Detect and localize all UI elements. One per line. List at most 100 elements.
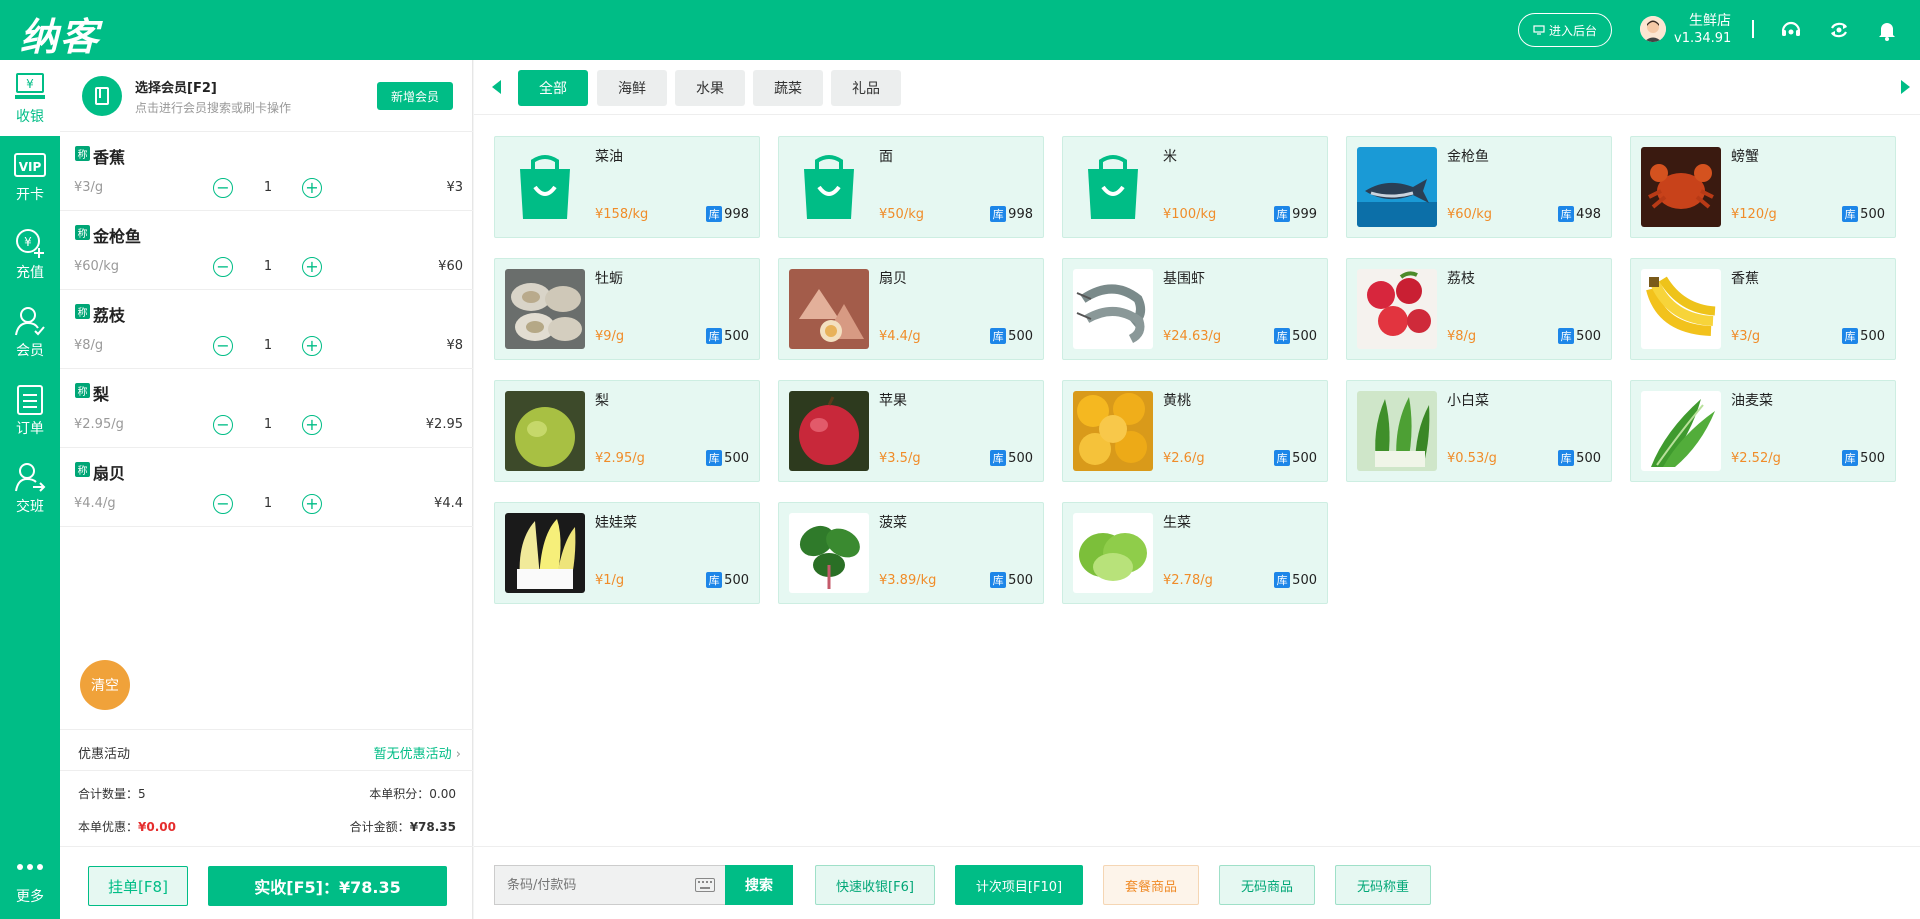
count-items-button[interactable]: 计次项目[F10]: [955, 865, 1083, 905]
keyboard-icon[interactable]: [695, 878, 715, 892]
stock-count: 999: [1292, 206, 1317, 222]
pay-button[interactable]: 实收[F5]：¥78.35: [208, 866, 447, 906]
product-stock: 库 500: [1842, 450, 1885, 466]
nav-orders-label: 订单: [16, 421, 44, 437]
nav-more[interactable]: 更多: [0, 840, 60, 916]
store-name: 生鲜店: [1689, 13, 1731, 29]
cart-item-name: 荔枝: [93, 306, 126, 325]
increase-qty-button[interactable]: +: [302, 336, 322, 356]
cart-item[interactable]: 称梨 ¥2.95/g − 1 + ¥2.95: [60, 369, 473, 448]
product-card[interactable]: 基围虾 ¥24.63/g 库 500: [1062, 258, 1328, 360]
cart-item[interactable]: 称香蕉 ¥3/g − 1 + ¥3: [60, 132, 473, 211]
product-image: [505, 147, 585, 227]
product-name: 菜油: [595, 149, 623, 165]
product-card[interactable]: 苹果 ¥3.5/g 库 500: [778, 380, 1044, 482]
tabs-scroll-right-icon[interactable]: [1901, 80, 1910, 94]
increase-qty-button[interactable]: +: [302, 494, 322, 514]
product-card[interactable]: 金枪鱼 ¥60/kg 库 498: [1346, 136, 1612, 238]
increase-qty-button[interactable]: +: [302, 257, 322, 277]
summary-row-1: 合计数量：5 本单积分：0.00: [78, 785, 456, 802]
cart-item[interactable]: 称扇贝 ¥4.4/g − 1 + ¥4.4: [60, 448, 473, 527]
decrease-qty-button[interactable]: −: [213, 415, 233, 435]
combo-products-button[interactable]: 套餐商品: [1103, 865, 1199, 905]
product-stock: 库 998: [706, 206, 749, 222]
product-card[interactable]: 梨 ¥2.95/g 库 500: [494, 380, 760, 482]
product-stock: 库 500: [990, 328, 1033, 344]
product-card[interactable]: 油麦菜 ¥2.52/g 库 500: [1630, 380, 1896, 482]
product-price: ¥2.95/g: [595, 451, 645, 466]
tab-seafood[interactable]: 海鲜: [597, 70, 667, 106]
no-code-weigh-button[interactable]: 无码称重: [1335, 865, 1431, 905]
decrease-qty-button[interactable]: −: [213, 178, 233, 198]
no-code-product-button[interactable]: 无码商品: [1219, 865, 1315, 905]
product-card[interactable]: 黄桃 ¥2.6/g 库 500: [1062, 380, 1328, 482]
product-card[interactable]: 菠菜 ¥3.89/kg 库 500: [778, 502, 1044, 604]
nav-orders[interactable]: 订单: [0, 372, 60, 448]
product-stock: 库 500: [706, 328, 749, 344]
product-price: ¥9/g: [595, 329, 625, 344]
user-avatar[interactable]: [1640, 16, 1666, 42]
decrease-qty-button[interactable]: −: [213, 494, 233, 514]
nav-cashier[interactable]: ¥ 收银: [0, 60, 60, 136]
product-card[interactable]: 牡蛎 ¥9/g 库 500: [494, 258, 760, 360]
product-card[interactable]: 菜油 ¥158/kg 库 998: [494, 136, 760, 238]
tab-fruit[interactable]: 水果: [675, 70, 745, 106]
product-card[interactable]: 生菜 ¥2.78/g 库 500: [1062, 502, 1328, 604]
product-card[interactable]: 米 ¥100/kg 库 999: [1062, 136, 1328, 238]
member-card-icon: [82, 76, 122, 116]
notification-bell-icon[interactable]: [1875, 18, 1899, 42]
product-name: 面: [879, 149, 893, 165]
cart-item-name: 扇贝: [93, 464, 126, 483]
product-stock: 库 500: [1274, 450, 1317, 466]
clear-cart-button[interactable]: 清空: [80, 660, 130, 710]
enter-backend-label: 进入后台: [1548, 23, 1597, 38]
customer-service-icon[interactable]: [1779, 18, 1803, 42]
product-card[interactable]: 面 ¥50/kg 库 998: [778, 136, 1044, 238]
nav-open-card[interactable]: VIP 开卡: [0, 138, 60, 214]
nav-recharge[interactable]: ¥ 充值: [0, 216, 60, 292]
increase-qty-button[interactable]: +: [302, 415, 322, 435]
tab-vegetables[interactable]: 蔬菜: [753, 70, 823, 106]
svg-text:VIP: VIP: [19, 160, 42, 174]
barcode-search-box[interactable]: [494, 865, 725, 905]
product-price: ¥60/kg: [1447, 207, 1492, 222]
tab-all[interactable]: 全部: [518, 70, 588, 106]
product-card[interactable]: 香蕉 ¥3/g 库 500: [1630, 258, 1896, 360]
increase-qty-button[interactable]: +: [302, 178, 322, 198]
product-image: [789, 147, 869, 227]
stock-count: 500: [1292, 328, 1317, 344]
nav-member[interactable]: 会员: [0, 294, 60, 370]
barcode-input[interactable]: [495, 866, 685, 904]
tabs-scroll-left-icon[interactable]: [492, 80, 501, 94]
product-price: ¥4.4/g: [879, 329, 921, 344]
product-name: 苹果: [879, 393, 907, 409]
cart-item[interactable]: 称荔枝 ¥8/g − 1 + ¥8: [60, 290, 473, 369]
promotion-row[interactable]: 优惠活动 暂无优惠活动 ›: [60, 729, 473, 771]
stock-badge: 库: [706, 328, 723, 344]
refresh-icon[interactable]: [1827, 18, 1851, 42]
nav-shift[interactable]: 交班: [0, 450, 60, 526]
stock-count: 498: [1576, 206, 1601, 222]
quick-cash-button[interactable]: 快速收银[F6]: [815, 865, 935, 905]
enter-backend-button[interactable]: 进入后台: [1518, 13, 1612, 47]
cart-item-name: 梨: [93, 385, 110, 404]
weighed-tag: 称: [75, 383, 90, 398]
tab-gifts[interactable]: 礼品: [831, 70, 901, 106]
product-card[interactable]: 娃娃菜 ¥1/g 库 500: [494, 502, 760, 604]
stock-count: 500: [1576, 328, 1601, 344]
product-price: ¥24.63/g: [1163, 329, 1222, 344]
product-card[interactable]: 螃蟹 ¥120/g 库 500: [1630, 136, 1896, 238]
product-price: ¥50/kg: [879, 207, 924, 222]
cart-item[interactable]: 称金枪鱼 ¥60/kg − 1 + ¥60: [60, 211, 473, 290]
hold-order-button[interactable]: 挂单[F8]: [88, 866, 188, 906]
product-card[interactable]: 小白菜 ¥0.53/g 库 500: [1346, 380, 1612, 482]
product-card[interactable]: 扇贝 ¥4.4/g 库 500: [778, 258, 1044, 360]
search-button[interactable]: 搜索: [725, 865, 793, 905]
decrease-qty-button[interactable]: −: [213, 257, 233, 277]
member-selector[interactable]: 选择会员[F2] 点击进行会员搜索或刷卡操作 新增会员: [60, 60, 473, 132]
product-price: ¥2.6/g: [1163, 451, 1205, 466]
cart-item-total: ¥3: [446, 180, 463, 195]
product-card[interactable]: 荔枝 ¥8/g 库 500: [1346, 258, 1612, 360]
decrease-qty-button[interactable]: −: [213, 336, 233, 356]
new-member-button[interactable]: 新增会员: [377, 82, 453, 110]
